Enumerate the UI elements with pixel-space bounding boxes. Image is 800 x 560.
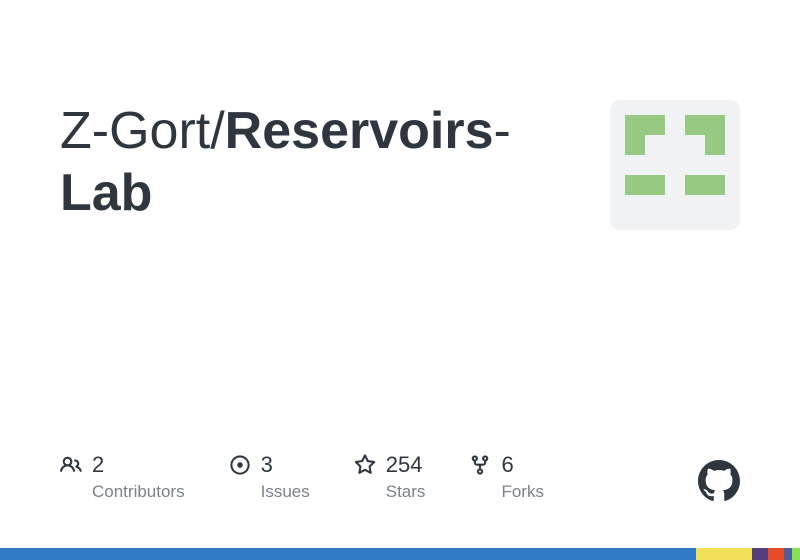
language-segment: [0, 548, 696, 560]
fork-icon: [469, 454, 491, 476]
contributors-label: Contributors: [92, 482, 185, 502]
language-segment: [752, 548, 768, 560]
forks-value: 6: [501, 452, 513, 478]
issue-icon: [229, 454, 251, 476]
repo-separator: /: [210, 102, 224, 160]
stat-contributors: 2 Contributors: [60, 452, 185, 502]
identicon-icon: [625, 115, 725, 215]
people-icon: [60, 454, 82, 476]
star-icon: [354, 454, 376, 476]
stars-value: 254: [386, 452, 423, 478]
forks-label: Forks: [501, 482, 544, 502]
github-logo-icon: [698, 460, 740, 502]
language-color-strip: [0, 548, 800, 560]
repo-title: Z-Gort/Reservoirs- Lab: [60, 100, 580, 225]
title-row: Z-Gort/Reservoirs- Lab: [60, 100, 740, 230]
contributors-value: 2: [92, 452, 104, 478]
stat-issues: 3 Issues: [229, 452, 310, 502]
language-segment: [696, 548, 752, 560]
language-segment: [768, 548, 784, 560]
stats-list: 2 Contributors 3 Issues: [60, 452, 544, 502]
repo-social-card: Z-Gort/Reservoirs- Lab: [0, 0, 800, 560]
issues-label: Issues: [261, 482, 310, 502]
repo-identicon: [610, 100, 740, 230]
repo-name-part1: Reservoirs: [225, 102, 494, 160]
stars-label: Stars: [386, 482, 426, 502]
repo-owner: Z-Gort: [60, 102, 210, 160]
stats-row: 2 Contributors 3 Issues: [60, 452, 740, 502]
stat-stars: 254 Stars: [354, 452, 426, 502]
stat-forks: 6 Forks: [469, 452, 544, 502]
language-segment: [792, 548, 800, 560]
issues-value: 3: [261, 452, 273, 478]
language-segment: [784, 548, 792, 560]
repo-hyphen: -: [494, 102, 511, 160]
repo-name-part2: Lab: [60, 164, 152, 222]
